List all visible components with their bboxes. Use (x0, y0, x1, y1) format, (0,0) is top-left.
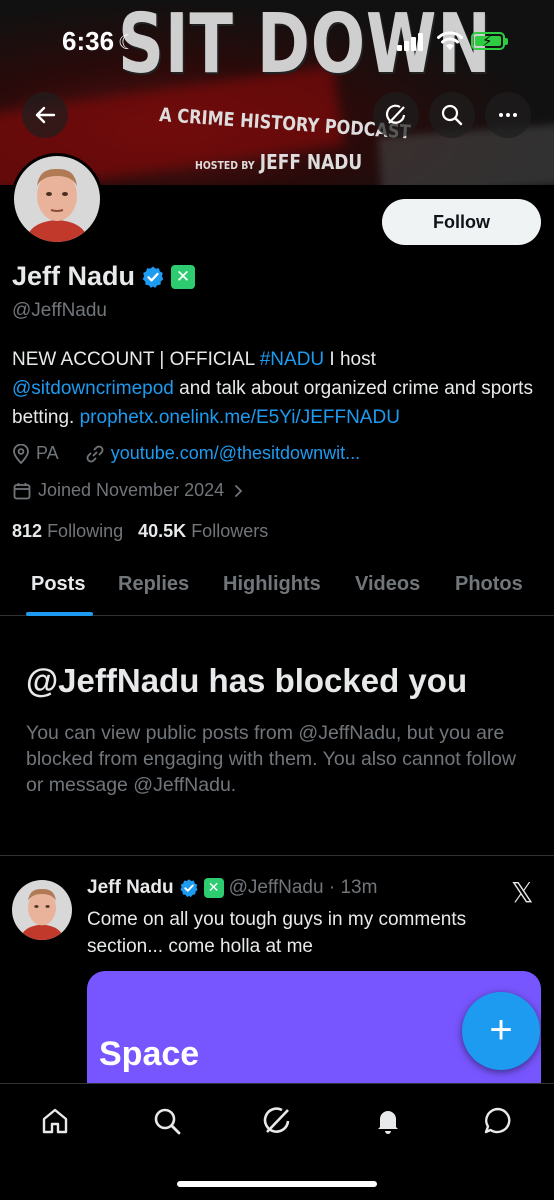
cellular-signal-icon (397, 33, 425, 51)
profile-bio: NEW ACCOUNT | OFFICIAL #NADU I host @sit… (12, 345, 542, 432)
profile-joined-date: Joined November 2024 (38, 480, 225, 500)
blocked-description: You can view public posts from @JeffNadu… (26, 722, 516, 796)
plus-icon: + (489, 1007, 513, 1052)
verified-badge-icon[interactable] (141, 265, 165, 289)
profile-meta-row: PA youtube.com/@thesitdownwit... (12, 443, 360, 464)
search-icon (441, 104, 463, 126)
blocked-title: @JeffNadu has blocked you (26, 662, 468, 699)
profile-name-row: Jeff Nadu ✕ (12, 261, 196, 292)
back-button[interactable] (22, 92, 68, 138)
grok-icon (263, 1107, 290, 1133)
tab-highlights[interactable]: Highlights (223, 573, 321, 596)
followers-count: 40.5K (138, 521, 187, 541)
search-button[interactable] (429, 92, 475, 138)
nav-search[interactable] (150, 1104, 184, 1138)
focus-moon-icon: ☾ (118, 32, 136, 54)
divider (0, 855, 554, 856)
profile-name: Jeff Nadu (12, 261, 136, 291)
grok-icon (385, 104, 406, 124)
bio-hashtag-link[interactable]: #NADU (260, 349, 324, 370)
nav-grok[interactable] (260, 1104, 294, 1138)
followers-label: Followers (191, 521, 269, 541)
following-link[interactable]: 812 Following (12, 521, 123, 541)
bio-url-link[interactable]: prophetx.onelink.me/E5Yi/JEFFNADU (80, 407, 400, 428)
banner-host-name: JEFF NADU (259, 150, 363, 174)
affiliate-badge-icon: ✕ (203, 878, 224, 898)
messages-icon (484, 1107, 511, 1134)
banner-host: HOSTED BY JEFF NADU (195, 150, 362, 174)
wifi-icon (437, 31, 463, 50)
post-avatar[interactable] (12, 880, 72, 940)
bio-text: I host (324, 349, 376, 370)
x-logo-icon: 𝕏 (511, 876, 534, 909)
bio-text: NEW ACCOUNT | OFFICIAL (12, 349, 260, 370)
space-card-label: Space (99, 1035, 200, 1073)
tab-photos[interactable]: Photos (455, 573, 523, 596)
more-icon (499, 113, 517, 117)
avatar-photo (14, 156, 100, 242)
status-bar: 6:36 ☾ ⚡ (0, 0, 554, 80)
chevron-right-icon (235, 484, 243, 497)
compose-button[interactable]: + (462, 992, 540, 1070)
status-time: 6:36 (62, 26, 115, 56)
profile-stats: 812 Following 40.5K Followers (12, 521, 268, 542)
following-label: Following (47, 521, 124, 541)
notifications-icon (378, 1111, 398, 1134)
back-arrow-icon (35, 106, 56, 124)
location-pin-icon (13, 443, 29, 464)
following-count: 812 (12, 521, 43, 541)
tab-posts[interactable]: Posts (31, 573, 85, 596)
verified-badge-icon (179, 879, 198, 898)
profile-avatar[interactable] (11, 153, 103, 245)
follow-button[interactable]: Follow (382, 199, 541, 245)
avatar-photo (12, 880, 72, 940)
profile-handle: @JeffNadu (12, 300, 107, 321)
home-indicator (177, 1181, 377, 1187)
battery-charging-icon: ⚡ (471, 32, 508, 50)
post-author-name[interactable]: Jeff Nadu (87, 877, 174, 899)
nav-notifications[interactable] (371, 1104, 405, 1138)
profile-website-link[interactable]: youtube.com/@thesitdownwit... (111, 443, 360, 464)
followers-link[interactable]: 40.5K Followers (138, 521, 268, 541)
post-header: Jeff Nadu ✕ @JeffNadu · 13m (87, 877, 377, 899)
search-icon (154, 1108, 181, 1135)
tab-videos[interactable]: Videos (355, 573, 420, 596)
active-tab-indicator (26, 612, 93, 616)
post-text: Come on all you tough guys in my comment… (87, 909, 467, 957)
banner-hosted-by: HOSTED BY (195, 159, 255, 172)
affiliate-badge-icon[interactable]: ✕ (171, 264, 196, 289)
link-icon (86, 445, 104, 462)
home-icon (42, 1108, 68, 1134)
profile-tabs: Posts Replies Highlights Videos Photos (0, 560, 554, 616)
nav-messages[interactable] (481, 1104, 515, 1138)
post-handle-time: @JeffNadu · 13m (228, 877, 378, 898)
profile-location: PA (36, 443, 59, 463)
profile-joined-row[interactable]: Joined November 2024 (12, 480, 246, 501)
tab-replies[interactable]: Replies (118, 573, 189, 596)
grok-button[interactable] (373, 92, 419, 138)
bio-mention-link[interactable]: @sitdowncrimepod (12, 378, 174, 399)
more-button[interactable] (485, 92, 531, 138)
calendar-icon (13, 482, 31, 499)
nav-home[interactable] (38, 1104, 72, 1138)
